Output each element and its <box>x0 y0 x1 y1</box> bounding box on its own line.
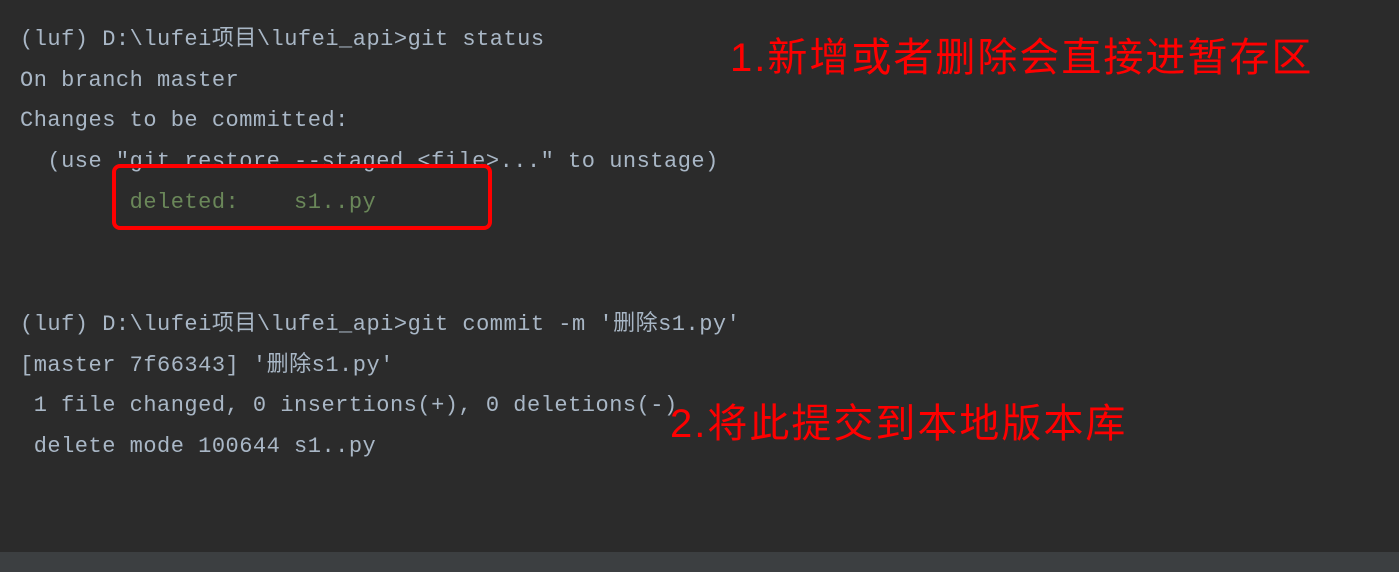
status-bar <box>0 552 1399 572</box>
command-git-status: git status <box>408 27 545 52</box>
highlight-box <box>112 164 492 230</box>
blank-line-2 <box>20 264 1379 305</box>
command-git-commit: git commit -m '删除s1.py' <box>408 312 741 337</box>
prompt-line-2: (luf) D:\lufei项目\lufei_api>git commit -m… <box>20 305 1379 346</box>
annotation-1: 1.新增或者删除会直接进暂存区 <box>730 32 1313 84</box>
prompt-path-2: (luf) D:\lufei项目\lufei_api> <box>20 312 408 337</box>
commit-header: Changes to be committed: <box>20 101 1379 142</box>
annotation-2: 2.将此提交到本地版本库 <box>670 398 1127 450</box>
prompt-path: (luf) D:\lufei项目\lufei_api> <box>20 27 408 52</box>
commit-result: [master 7f66343] '删除s1.py' <box>20 346 1379 387</box>
